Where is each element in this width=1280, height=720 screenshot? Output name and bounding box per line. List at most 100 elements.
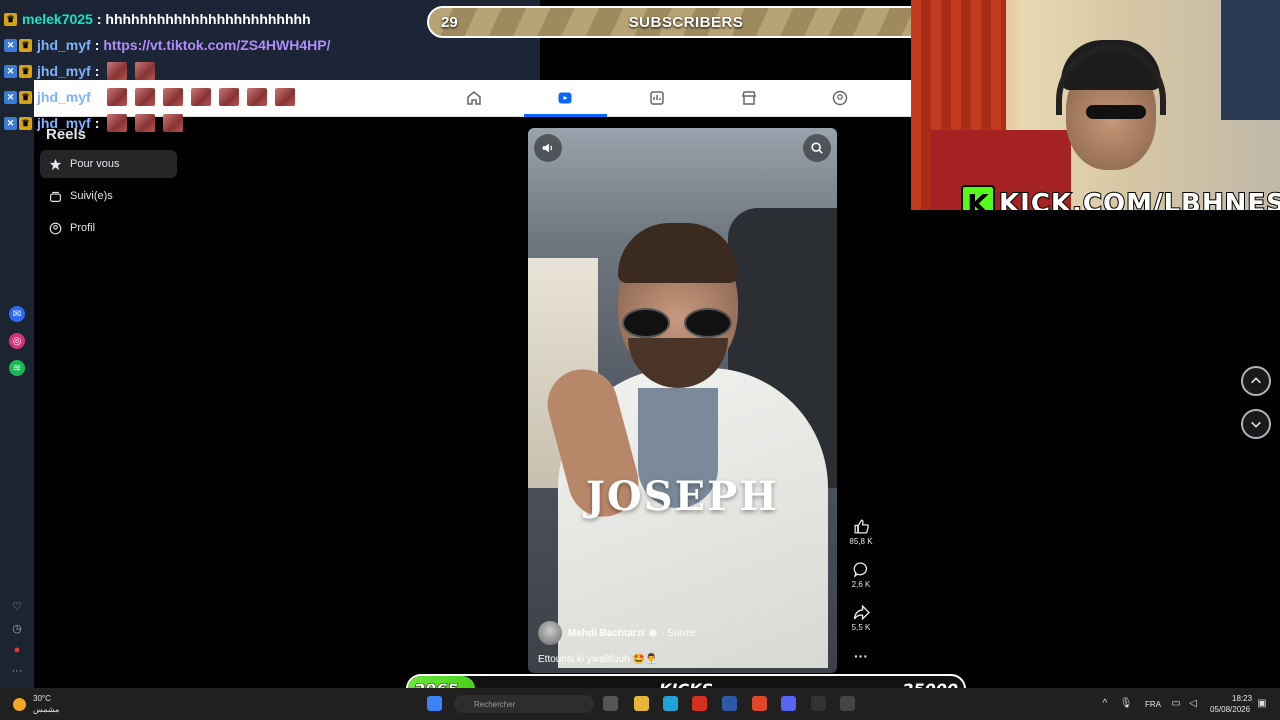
video-icon[interactable]	[646, 88, 668, 108]
sidebar-item-label: Pour vous	[70, 158, 120, 170]
clock-time[interactable]: 18:23	[1232, 694, 1252, 703]
screen: ✉ ◎ ≋ ♡ ◷ ● ··· Reels Pour vous Suivi(e)…	[0, 0, 1280, 720]
share-button[interactable]: 5,5 K	[845, 603, 877, 632]
search-input[interactable]: Rechercher	[454, 695, 594, 713]
capcut-icon[interactable]	[840, 696, 855, 711]
messenger-icon[interactable]: ✉	[9, 306, 25, 322]
chat-username: jhd_myf	[37, 115, 91, 131]
comment-icon	[845, 560, 877, 578]
chat-link[interactable]: https://vt.tiktok.com/ZS4HWH4HP/	[103, 37, 330, 53]
brave-icon[interactable]	[752, 696, 767, 711]
emote-icon	[219, 88, 240, 106]
sun-icon[interactable]	[13, 698, 26, 711]
emote-icon	[135, 114, 156, 132]
notification-icon[interactable]: ▣	[1256, 697, 1268, 709]
emote-icon	[163, 114, 184, 132]
chat-username: jhd_myf	[37, 89, 91, 105]
file-explorer-icon[interactable]	[634, 696, 649, 711]
emote-icon	[275, 88, 296, 106]
sidebar-item-profil[interactable]: Profil	[40, 214, 177, 242]
sidebar-item-label: Suivi(e)s	[70, 190, 113, 202]
subscriber-goal-bar: 29 SUBSCRIBERS 50	[427, 6, 945, 38]
chat-text: :	[94, 63, 100, 79]
home-icon[interactable]	[463, 88, 485, 108]
chevron-down-icon	[1251, 421, 1261, 428]
chat-username: jhd_myf	[37, 37, 91, 53]
windows-taskbar: 30°C مشمس Rechercher ^ 🎙 FRA ▭ ◁ 18:23 0…	[0, 688, 1280, 720]
sidebar-item-pour-vous[interactable]: Pour vous	[40, 150, 177, 178]
next-reel-button[interactable]	[1241, 409, 1271, 439]
previous-reel-button[interactable]	[1241, 366, 1271, 396]
follow-button[interactable]: · Suivre	[661, 628, 695, 639]
subscriber-label: SUBSCRIBERS	[628, 13, 744, 31]
obs-icon[interactable]	[811, 696, 826, 711]
chevron-up-icon[interactable]: ^	[1099, 697, 1111, 709]
like-icon	[845, 517, 877, 535]
kick-icon: K	[961, 185, 995, 210]
search-icon[interactable]	[803, 134, 831, 162]
crown-badge-icon: ♛	[19, 64, 32, 78]
sidebar-item-suivies[interactable]: Suivi(e)s	[40, 182, 177, 210]
emote-icon	[135, 88, 156, 106]
record-icon[interactable]: ●	[10, 643, 24, 657]
chat-message: ✕ ♛ jhd_myf :	[4, 87, 296, 107]
author-name[interactable]: Mehdi Bachtarzi	[568, 628, 645, 639]
clock-date[interactable]: 05/08/2026	[1210, 705, 1250, 714]
like-count: 85,8 K	[849, 537, 873, 546]
globe-icon: ⊕	[648, 627, 658, 639]
star-icon	[48, 157, 62, 171]
chat-username: jhd_myf	[37, 63, 91, 79]
reel-video[interactable]: JOSEPH Mehdi Bachtarzi ⊕ · Suivre Ettoun…	[528, 128, 837, 673]
edge-icon[interactable]	[663, 696, 678, 711]
vip-badge-icon: ✕	[4, 90, 17, 104]
language-indicator[interactable]: FRA	[1145, 700, 1161, 709]
network-icon[interactable]: ▭	[1170, 697, 1182, 709]
temperature[interactable]: 30°C	[33, 694, 51, 703]
comment-button[interactable]: 2,6 K	[845, 560, 877, 589]
instagram-icon[interactable]: ◎	[9, 333, 25, 349]
chat-text: :	[94, 37, 100, 53]
marketplace-icon[interactable]	[738, 88, 760, 108]
share-icon	[845, 603, 877, 621]
task-view-icon[interactable]	[603, 696, 618, 711]
microphone-icon[interactable]: 🎙	[1120, 697, 1133, 709]
discord-icon[interactable]	[781, 696, 796, 711]
avatar[interactable]	[538, 621, 562, 645]
store-icon[interactable]	[722, 696, 737, 711]
chat-message: ✕ ♛ jhd_myf :	[4, 61, 156, 81]
share-count: 5,5 K	[851, 623, 871, 632]
chat-message: ♛ melek7025 : hhhhhhhhhhhhhhhhhhhhhhhh	[4, 9, 311, 29]
chevron-up-icon	[1251, 377, 1261, 384]
comment-count: 2,6 K	[851, 580, 871, 589]
more-icon[interactable]: ···	[10, 664, 24, 678]
emote-icon	[107, 62, 128, 80]
reel-author[interactable]: Mehdi Bachtarzi ⊕ · Suivre	[538, 621, 696, 645]
groups-icon[interactable]	[829, 88, 851, 108]
vip-badge-icon: ✕	[4, 38, 17, 52]
opera-icon[interactable]	[692, 696, 707, 711]
more-options-button[interactable]: ···	[845, 647, 877, 667]
spotify-icon[interactable]: ≋	[9, 360, 25, 376]
emote-icon	[107, 88, 128, 106]
more-icon: ···	[854, 648, 868, 664]
history-icon[interactable]: ◷	[10, 621, 24, 635]
search-placeholder: Rechercher	[474, 699, 516, 709]
profile-icon	[48, 221, 62, 235]
chat-text: :	[94, 115, 100, 131]
chat-message: ✕ ♛ jhd_myf :	[4, 113, 184, 133]
weather-text[interactable]: مشمس	[33, 705, 59, 714]
favorites-icon[interactable]: ♡	[10, 599, 24, 613]
kick-channel-url: KICK.COM/LBHNES	[998, 188, 1280, 210]
start-icon[interactable]	[427, 696, 442, 711]
streamer	[1086, 105, 1146, 119]
streamer-webcam: K KICK.COM/LBHNES	[911, 0, 1280, 210]
reels-video-icon[interactable]	[554, 88, 576, 108]
volume-icon[interactable]: ◁	[1187, 697, 1199, 709]
chat-message: ✕ ♛ jhd_myf : https://vt.tiktok.com/ZS4H…	[4, 35, 331, 55]
video-person	[618, 223, 738, 283]
emote-icon	[247, 88, 268, 106]
emote-icon	[163, 88, 184, 106]
vip-badge-icon: ✕	[4, 64, 17, 78]
volume-icon[interactable]	[534, 134, 562, 162]
like-button[interactable]: 85,8 K	[845, 517, 877, 546]
